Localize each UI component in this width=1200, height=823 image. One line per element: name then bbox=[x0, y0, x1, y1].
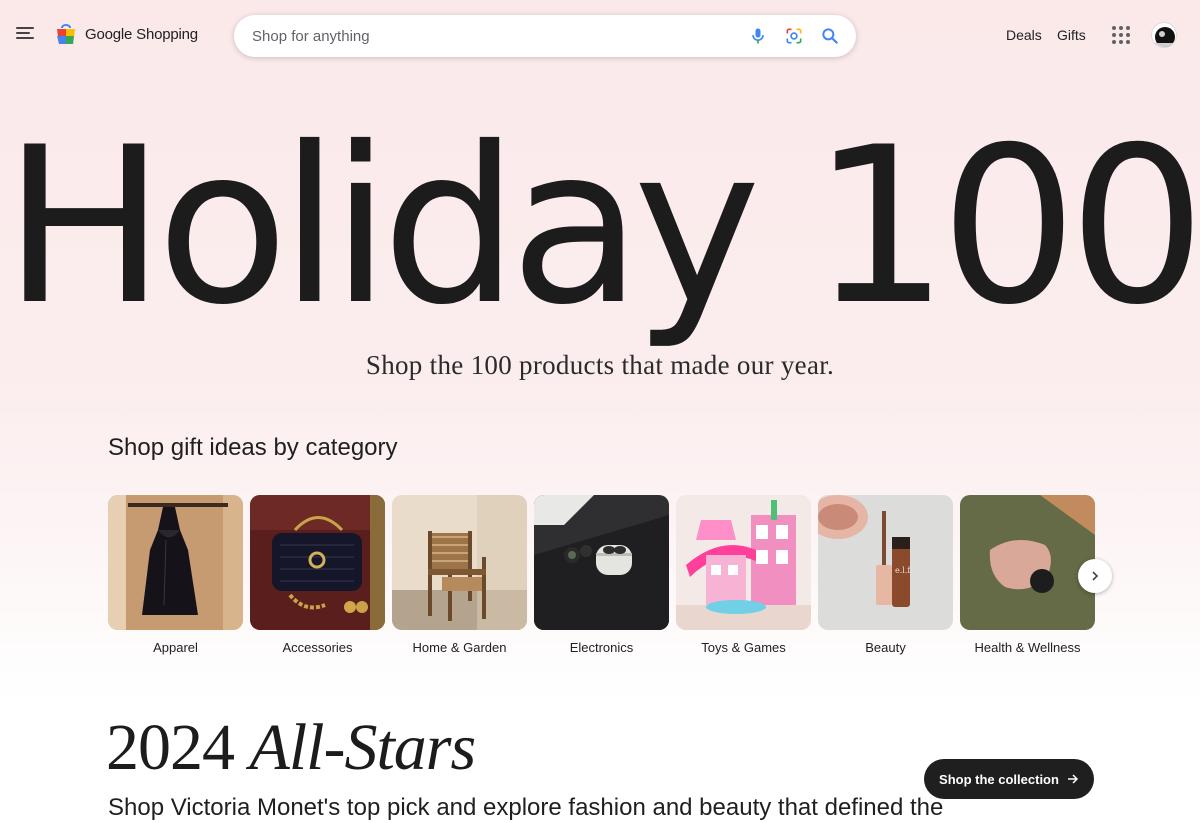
category-label: Electronics bbox=[569, 640, 634, 655]
category-label: Accessories bbox=[282, 640, 353, 655]
search-input[interactable] bbox=[252, 21, 722, 51]
logo-text: Google Shopping bbox=[85, 25, 198, 43]
category-section-title: Shop gift ideas by category bbox=[108, 434, 398, 461]
allstars-title-italic: All-Stars bbox=[249, 711, 477, 784]
google-shopping-logo[interactable]: Google Shopping bbox=[55, 22, 198, 46]
shopping-bag-icon bbox=[57, 24, 75, 44]
hero-title: Holiday 100 bbox=[3, 101, 1200, 352]
search-icon[interactable] bbox=[820, 26, 840, 46]
category-home-garden[interactable]: Home & Garden bbox=[392, 495, 527, 655]
account-avatar[interactable] bbox=[1151, 22, 1177, 48]
category-electronics-image bbox=[534, 495, 669, 630]
avatar-image bbox=[1155, 27, 1175, 47]
category-home-garden-image bbox=[392, 495, 527, 630]
svg-text:e.l.f.: e.l.f. bbox=[895, 566, 913, 575]
allstars-subtitle: Shop Victoria Monet's top pick and explo… bbox=[108, 794, 944, 821]
category-toys-games-image bbox=[676, 495, 811, 630]
chevron-right-icon bbox=[1092, 571, 1099, 581]
hero-subtitle: Shop the 100 products that made our year… bbox=[365, 350, 835, 380]
category-apparel-image bbox=[108, 495, 243, 630]
menu-icon[interactable] bbox=[14, 24, 38, 48]
carousel-next-button[interactable] bbox=[1078, 559, 1112, 593]
shop-collection-label: Shop the collection bbox=[939, 771, 1059, 787]
category-beauty-image: e.l.f. bbox=[818, 495, 953, 630]
category-apparel[interactable]: Apparel bbox=[108, 495, 243, 655]
search-bar[interactable] bbox=[234, 15, 856, 57]
category-accessories-image bbox=[250, 495, 385, 630]
category-carousel: Apparel Accessories Home & Garden Electr… bbox=[108, 495, 1095, 665]
lens-camera-icon[interactable] bbox=[784, 26, 804, 46]
nav-deals-link[interactable]: Deals bbox=[1006, 27, 1042, 43]
arrow-right-icon bbox=[1067, 774, 1079, 784]
nav-gifts-link[interactable]: Gifts bbox=[1057, 27, 1086, 43]
category-beauty[interactable]: e.l.f. Beauty bbox=[818, 495, 953, 655]
category-label: Beauty bbox=[865, 640, 906, 655]
category-electronics[interactable]: Electronics bbox=[534, 495, 669, 655]
shop-collection-button[interactable]: Shop the collection bbox=[924, 759, 1094, 799]
category-health-wellness-image bbox=[960, 495, 1095, 630]
category-label: Home & Garden bbox=[412, 640, 507, 655]
allstars-title: 2024 All-Stars bbox=[106, 710, 477, 786]
category-label: Health & Wellness bbox=[974, 640, 1081, 655]
allstars-title-year: 2024 bbox=[106, 711, 250, 784]
apps-grid-icon[interactable] bbox=[1112, 26, 1130, 44]
category-label: Toys & Games bbox=[701, 640, 786, 655]
category-toys-games[interactable]: Toys & Games bbox=[676, 495, 811, 655]
category-accessories[interactable]: Accessories bbox=[250, 495, 385, 655]
top-bar: Google Shopping Deals Gifts bbox=[0, 0, 1200, 72]
category-label: Apparel bbox=[153, 640, 198, 655]
microphone-icon[interactable] bbox=[748, 26, 768, 46]
category-health-wellness[interactable]: Health & Wellness bbox=[960, 495, 1095, 655]
